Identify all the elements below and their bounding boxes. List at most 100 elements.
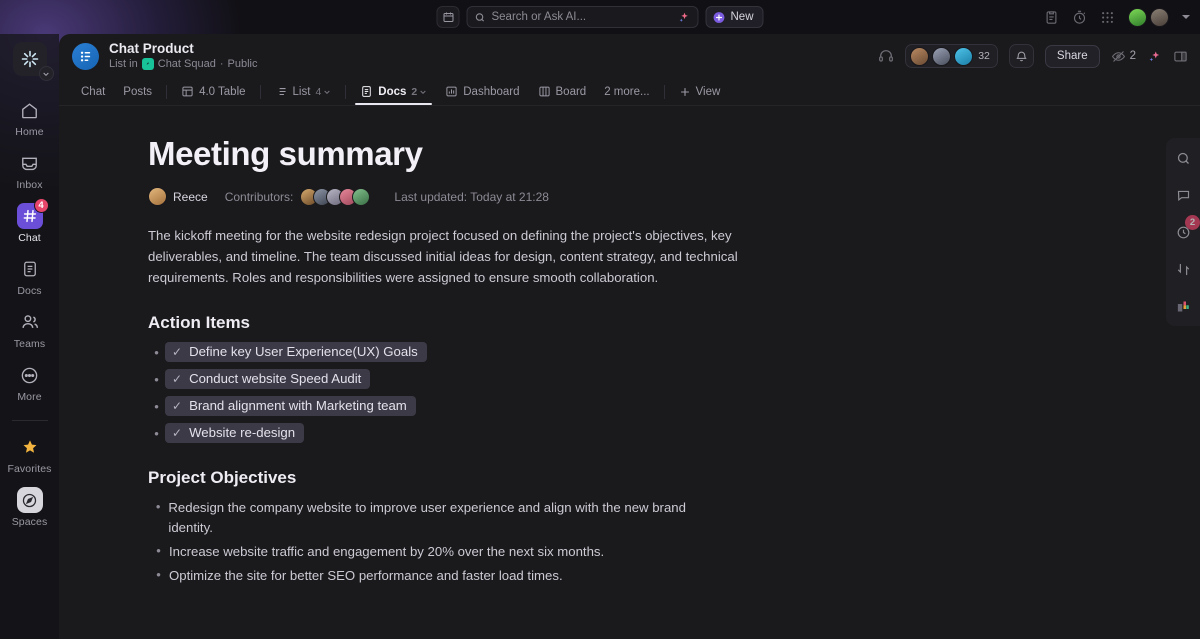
doc-right-rail: 2 [1166, 138, 1200, 326]
search-icon[interactable] [1172, 147, 1194, 169]
tab-docs[interactable]: Docs 2 [351, 78, 436, 105]
search-input[interactable]: Search or Ask AI... [466, 6, 699, 28]
list-item[interactable]: • ✓ Conduct website Speed Audit [148, 369, 1200, 389]
list-avatar-icon [72, 42, 99, 70]
tab-posts[interactable]: Posts [114, 78, 161, 105]
add-view-button[interactable]: View [670, 78, 730, 105]
tab-divider [259, 84, 261, 99]
doc-icon [360, 85, 373, 98]
tab-label: Dashboard [463, 85, 520, 98]
tab-dashboard[interactable]: Dashboard [436, 78, 528, 105]
sparkle-icon[interactable] [677, 11, 690, 24]
bullet-icon: • [154, 425, 159, 441]
objectives-list: • Redesign the company website to improv… [148, 498, 718, 586]
doc-author[interactable]: Reece [148, 187, 208, 206]
topbar-avatars[interactable] [1128, 7, 1169, 27]
apps-icon[interactable] [1172, 295, 1194, 317]
calendar-button[interactable] [436, 6, 460, 28]
sidebar-item-chat[interactable]: 4 Chat [0, 196, 59, 249]
action-item-chip[interactable]: ✓ Conduct website Speed Audit [165, 369, 371, 389]
tab-board[interactable]: Board [529, 78, 596, 105]
hash-icon: 4 [16, 198, 49, 229]
history-icon[interactable]: 2 [1172, 215, 1200, 243]
action-item-label: Conduct website Speed Audit [189, 371, 362, 386]
objective-text: Optimize the site for better SEO perform… [169, 568, 563, 583]
tab-label: Docs [378, 85, 407, 98]
list-item[interactable]: • Redesign the company website to improv… [148, 498, 718, 538]
list-header-actions: 32 Share 2 [878, 44, 1188, 68]
tab-more[interactable]: 2 more... [595, 78, 658, 105]
check-icon: ✓ [172, 371, 183, 386]
sidebar-item-inbox[interactable]: Inbox [0, 143, 59, 196]
global-topbar: Search or Ask AI... New [0, 0, 1200, 34]
check-icon: ✓ [172, 344, 183, 359]
list-item[interactable]: • Increase website traffic and engagemen… [148, 542, 718, 562]
eye-slash-icon[interactable] [1111, 49, 1126, 64]
tab-label: Board [555, 85, 587, 98]
sidebar-divider [11, 420, 48, 421]
tab-count-value: 4 [315, 85, 322, 98]
compass-icon [16, 487, 43, 513]
tab-list[interactable]: List 4 [266, 78, 341, 105]
panel-toggle-icon[interactable] [1173, 49, 1188, 64]
tab-count[interactable]: 2 [411, 86, 427, 98]
chevron-down-icon[interactable] [1182, 15, 1190, 19]
doc-title[interactable]: Meeting summary [148, 134, 1200, 174]
avatar [352, 187, 371, 206]
members-chip[interactable]: 32 [905, 44, 998, 68]
workspace-chevron-icon[interactable] [38, 66, 54, 81]
tab-label: 2 more... [604, 85, 650, 98]
sidebar-label-more: More [17, 391, 42, 403]
action-items-heading: Action Items [148, 313, 251, 332]
sidebar-item-teams[interactable]: Teams [0, 302, 59, 355]
list-item[interactable]: • Optimize the site for better SEO perfo… [148, 566, 718, 586]
sidebar-item-more[interactable]: More [0, 355, 59, 408]
sidebar-item-docs[interactable]: Docs [0, 249, 59, 302]
comment-icon[interactable] [1172, 184, 1194, 206]
sidebar-label-spaces: Spaces [11, 516, 48, 528]
action-item-chip[interactable]: ✓ Brand alignment with Marketing team [165, 396, 416, 416]
dashboard-icon [445, 85, 458, 98]
contributor-avatars[interactable] [300, 187, 371, 206]
history-badge: 2 [1185, 215, 1200, 230]
breadcrumb-space[interactable]: Chat Squad [158, 57, 216, 71]
contributors-label: Contributors: [224, 189, 294, 204]
doc-intro-paragraph[interactable]: The kickoff meeting for the website rede… [148, 225, 740, 288]
sidebar-item-home[interactable]: Home [0, 90, 59, 143]
list-item[interactable]: • ✓ Brand alignment with Marketing team [148, 396, 1200, 416]
plus-circle-icon [712, 11, 725, 24]
relationships-icon[interactable] [1172, 258, 1194, 280]
new-button[interactable]: New [705, 6, 764, 28]
list-item[interactable]: • ✓ Define key User Experience(UX) Goals [148, 342, 1200, 362]
share-button[interactable]: Share [1044, 44, 1100, 68]
doc-meta: Reece Contributors: Last updated: Today … [148, 187, 1200, 206]
avatar [954, 46, 974, 66]
apps-grid-icon[interactable] [1100, 10, 1115, 25]
clipboard-icon[interactable] [1044, 10, 1059, 25]
ellipsis-icon [17, 362, 43, 388]
workspace-sparkle-icon[interactable] [12, 42, 54, 81]
sparkle-icon[interactable] [1147, 49, 1162, 64]
chat-badge: 4 [33, 198, 49, 213]
topbar-center-group: Search or Ask AI... New [436, 6, 764, 28]
bell-icon[interactable] [1008, 44, 1034, 68]
action-item-chip[interactable]: ✓ Define key User Experience(UX) Goals [165, 342, 427, 362]
tab-count[interactable]: 4 [315, 86, 331, 98]
headphones-icon[interactable] [878, 48, 894, 64]
new-button-label: New [730, 11, 754, 23]
board-icon [538, 85, 551, 98]
avatar [910, 46, 930, 66]
tab-table[interactable]: 4.0 Table [172, 78, 254, 105]
tab-divider [663, 84, 665, 99]
action-item-chip[interactable]: ✓ Website re-design [165, 423, 305, 443]
page-title: Chat Product [109, 41, 194, 56]
tab-divider [166, 84, 168, 99]
list-item[interactable]: • ✓ Website re-design [148, 423, 1200, 443]
action-item-label: Brand alignment with Marketing team [189, 398, 407, 413]
sidebar-item-favorites[interactable]: Favorites [0, 427, 59, 480]
avatar [932, 46, 952, 66]
list-title-block: Chat Product List in Chat Squad · Public [109, 41, 258, 71]
stopwatch-icon[interactable] [1072, 10, 1087, 25]
sidebar-item-spaces[interactable]: Spaces [0, 480, 59, 533]
tab-chat[interactable]: Chat [72, 78, 114, 105]
